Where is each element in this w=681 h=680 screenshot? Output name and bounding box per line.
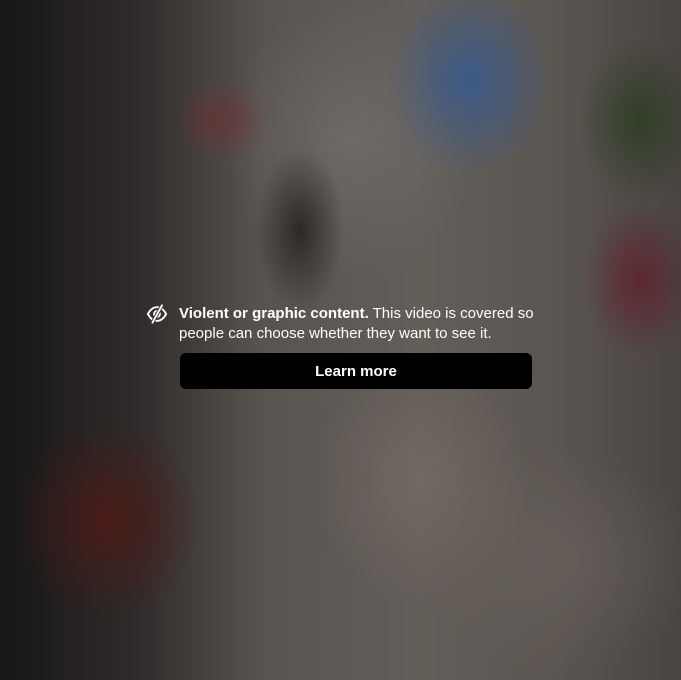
notice-text: Violent or graphic content. This video i…	[179, 304, 534, 344]
eye-slash-icon	[146, 303, 168, 325]
sensitive-content-notice: Violent or graphic content. This video i…	[146, 304, 536, 389]
video-cover: Violent or graphic content. This video i…	[0, 0, 681, 680]
learn-more-button[interactable]: Learn more	[180, 353, 532, 389]
notice-row: Violent or graphic content. This video i…	[146, 304, 536, 344]
notice-title: Violent or graphic content.	[179, 305, 369, 322]
